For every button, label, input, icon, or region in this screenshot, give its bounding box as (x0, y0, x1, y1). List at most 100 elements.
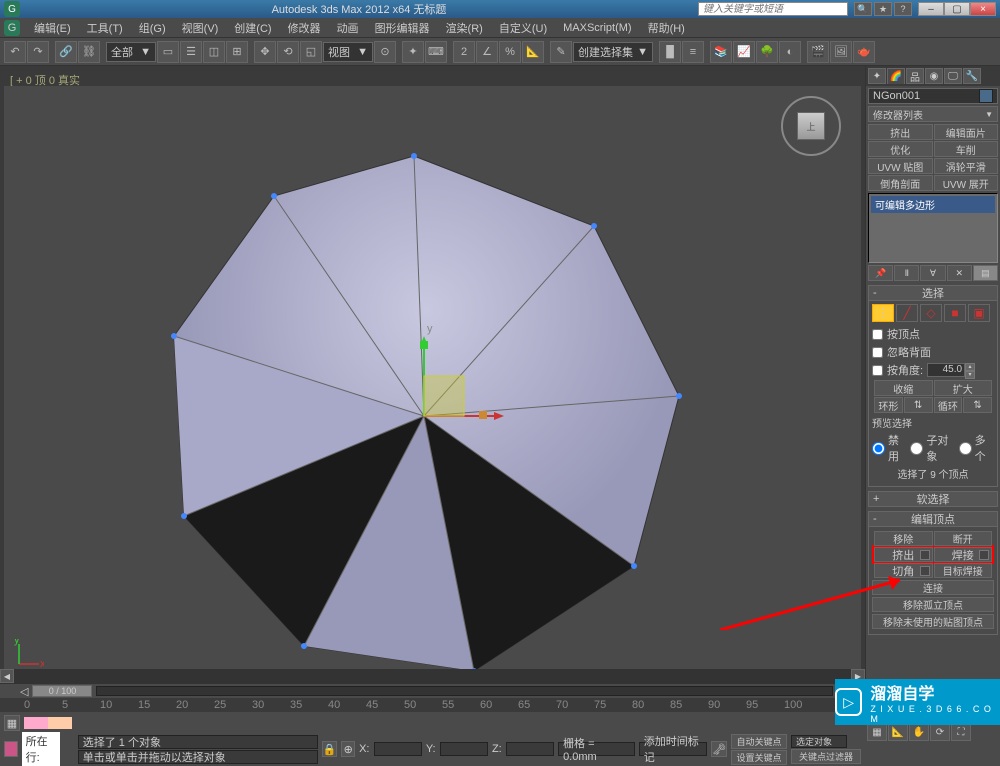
rendered-frame-button[interactable]: 🖼 (830, 41, 852, 63)
move-button[interactable]: ✥ (254, 41, 276, 63)
time-slider[interactable]: ◁ 0 / 100 ▷ (0, 684, 865, 698)
menu-rendering[interactable]: 渲染(R) (438, 18, 491, 38)
weld-settings-icon[interactable] (979, 550, 989, 560)
star-icon[interactable]: ★ (874, 2, 892, 16)
modifier-stack[interactable]: 可编辑多边形 (868, 193, 998, 263)
named-selection-dropdown[interactable]: 创建选择集▼ (573, 42, 653, 62)
orbit-icon[interactable]: ⟳ (930, 723, 950, 741)
border-level-icon[interactable]: ◇ (920, 304, 942, 322)
menu-edit[interactable]: 编辑(E) (26, 18, 79, 38)
info-icon[interactable]: 🔍 (854, 2, 872, 16)
x-coord-field[interactable] (374, 742, 422, 756)
help-icon[interactable]: ? (894, 2, 912, 16)
viewcube-face[interactable]: 上 (797, 112, 825, 140)
vertex-level-icon[interactable]: ⋮ (872, 304, 894, 322)
setkey-button[interactable]: 设置关键点 (731, 750, 787, 765)
menu-modifiers[interactable]: 修改器 (280, 18, 329, 38)
app-logo-icon[interactable]: G (4, 1, 20, 17)
scale-button[interactable]: ◱ (300, 41, 322, 63)
lock-selection-icon[interactable]: 🔒 (322, 741, 338, 757)
mod-extrude-button[interactable]: 挤出 (868, 124, 933, 140)
key-icon[interactable]: 🗝 (711, 741, 727, 757)
weld-button[interactable]: 焊接 (934, 547, 993, 562)
unlink-button[interactable]: ⛓ (78, 41, 100, 63)
mod-optimize-button[interactable]: 优化 (868, 141, 933, 157)
selection-rollout-header[interactable]: -选择 (868, 285, 998, 301)
menu-tools[interactable]: 工具(T) (79, 18, 131, 38)
polygon-level-icon[interactable]: ■ (944, 304, 966, 322)
pin-stack-icon[interactable]: 📌 (868, 265, 893, 281)
mod-lathe-button[interactable]: 车削 (934, 141, 999, 157)
hscroll-left-icon[interactable]: ◀ (0, 669, 14, 683)
edit-vertices-header[interactable]: -编辑顶点 (868, 511, 998, 527)
subobj-radio[interactable] (910, 442, 923, 455)
ring-spinner[interactable]: ⇅ (904, 397, 933, 413)
by-vertex-checkbox[interactable]: 按顶点 (872, 326, 994, 342)
object-name-field[interactable]: NGon001 (868, 88, 998, 104)
transform-type-icon[interactable]: ⊕ (341, 741, 355, 757)
view-cube[interactable]: 上 (781, 96, 841, 156)
curve-editor-button[interactable]: 📈 (733, 41, 755, 63)
pivot-center-button[interactable]: ⊙ (374, 41, 396, 63)
menu-customize[interactable]: 自定义(U) (491, 18, 555, 38)
fov-icon[interactable]: 📐 (888, 723, 908, 741)
time-tag-field[interactable]: 添加时间标记 (639, 742, 707, 756)
refcoord-dropdown[interactable]: 视图▼ (323, 42, 373, 62)
material-editor-button[interactable]: ◐ (779, 41, 801, 63)
app-menu-icon[interactable]: G (4, 20, 20, 36)
mod-uvwunwrap-button[interactable]: UVW 展开 (934, 175, 999, 191)
keyboard-shortcut-button[interactable]: ⌨ (425, 41, 447, 63)
timeslider-prev-icon[interactable]: ◁ (20, 685, 28, 698)
snap-angle-button[interactable]: ∠ (476, 41, 498, 63)
trackbar-toggle-icon[interactable]: ▦ (4, 715, 20, 731)
show-end-result-icon[interactable]: Ⅱ (894, 265, 919, 281)
soft-selection-header[interactable]: +软选择 (868, 491, 998, 507)
select-by-name-button[interactable]: ☰ (180, 41, 202, 63)
grow-button[interactable]: 扩大 (934, 380, 993, 396)
y-coord-field[interactable] (440, 742, 488, 756)
menu-maxscript[interactable]: MAXScript(M) (555, 20, 639, 36)
break-button[interactable]: 断开 (934, 531, 993, 546)
remove-isolated-button[interactable]: 移除孤立顶点 (872, 597, 994, 612)
render-button[interactable]: 🫖 (853, 41, 875, 63)
by-angle-checkbox[interactable] (872, 365, 883, 376)
layers-button[interactable]: 📚 (710, 41, 732, 63)
spinner-snap-button[interactable]: 📐 (522, 41, 544, 63)
create-tab-icon[interactable]: ✦ (868, 68, 886, 84)
object-color-swatch[interactable] (979, 89, 993, 103)
menu-group[interactable]: 组(G) (131, 18, 174, 38)
loop-button[interactable]: 循环 (934, 397, 963, 413)
link-button[interactable]: 🔗 (55, 41, 77, 63)
edit-selection-button[interactable]: ✎ (550, 41, 572, 63)
select-object-button[interactable]: ▭ (157, 41, 179, 63)
rotate-button[interactable]: ⟲ (277, 41, 299, 63)
menu-view[interactable]: 视图(V) (174, 18, 227, 38)
redo-button[interactable]: ↷ (27, 41, 49, 63)
modifier-list-dropdown[interactable]: 修改器列表 (868, 106, 998, 122)
loop-spinner[interactable]: ⇅ (963, 397, 992, 413)
timeline-ruler[interactable]: 0 5 10 15 20 25 30 35 40 45 50 55 60 65 … (0, 698, 865, 712)
snap-percent-button[interactable]: % (499, 41, 521, 63)
undo-button[interactable]: ↶ (4, 41, 26, 63)
remove-button[interactable]: 移除 (874, 531, 933, 546)
shrink-button[interactable]: 收缩 (874, 380, 933, 396)
mod-turbosmooth-button[interactable]: 涡轮平滑 (934, 158, 999, 174)
mod-editpatch-button[interactable]: 编辑面片 (934, 124, 999, 140)
track-color-2[interactable] (48, 717, 72, 729)
element-level-icon[interactable]: ▣ (968, 304, 990, 322)
key-filter-button[interactable]: 关键点过滤器 (791, 749, 861, 764)
angle-spinner[interactable]: 45.0 ▴▾ (927, 363, 975, 377)
display-tab-icon[interactable]: 🖵 (944, 68, 962, 84)
menu-graph-editors[interactable]: 图形编辑器 (367, 18, 438, 38)
configure-sets-icon[interactable]: ▤ (973, 265, 998, 281)
manipulate-button[interactable]: ✦ (402, 41, 424, 63)
edge-level-icon[interactable]: ╱ (896, 304, 918, 322)
minimize-button[interactable]: – (918, 2, 944, 16)
ignore-backfacing-checkbox[interactable]: 忽略背面 (872, 344, 994, 360)
disable-radio[interactable] (872, 442, 885, 455)
snap-2d-button[interactable]: 2 (453, 41, 475, 63)
remove-modifier-icon[interactable]: ✕ (947, 265, 972, 281)
menu-help[interactable]: 帮助(H) (640, 18, 693, 38)
select-region-button[interactable]: ◫ (203, 41, 225, 63)
modify-tab-icon[interactable]: 🌈 (887, 68, 905, 84)
